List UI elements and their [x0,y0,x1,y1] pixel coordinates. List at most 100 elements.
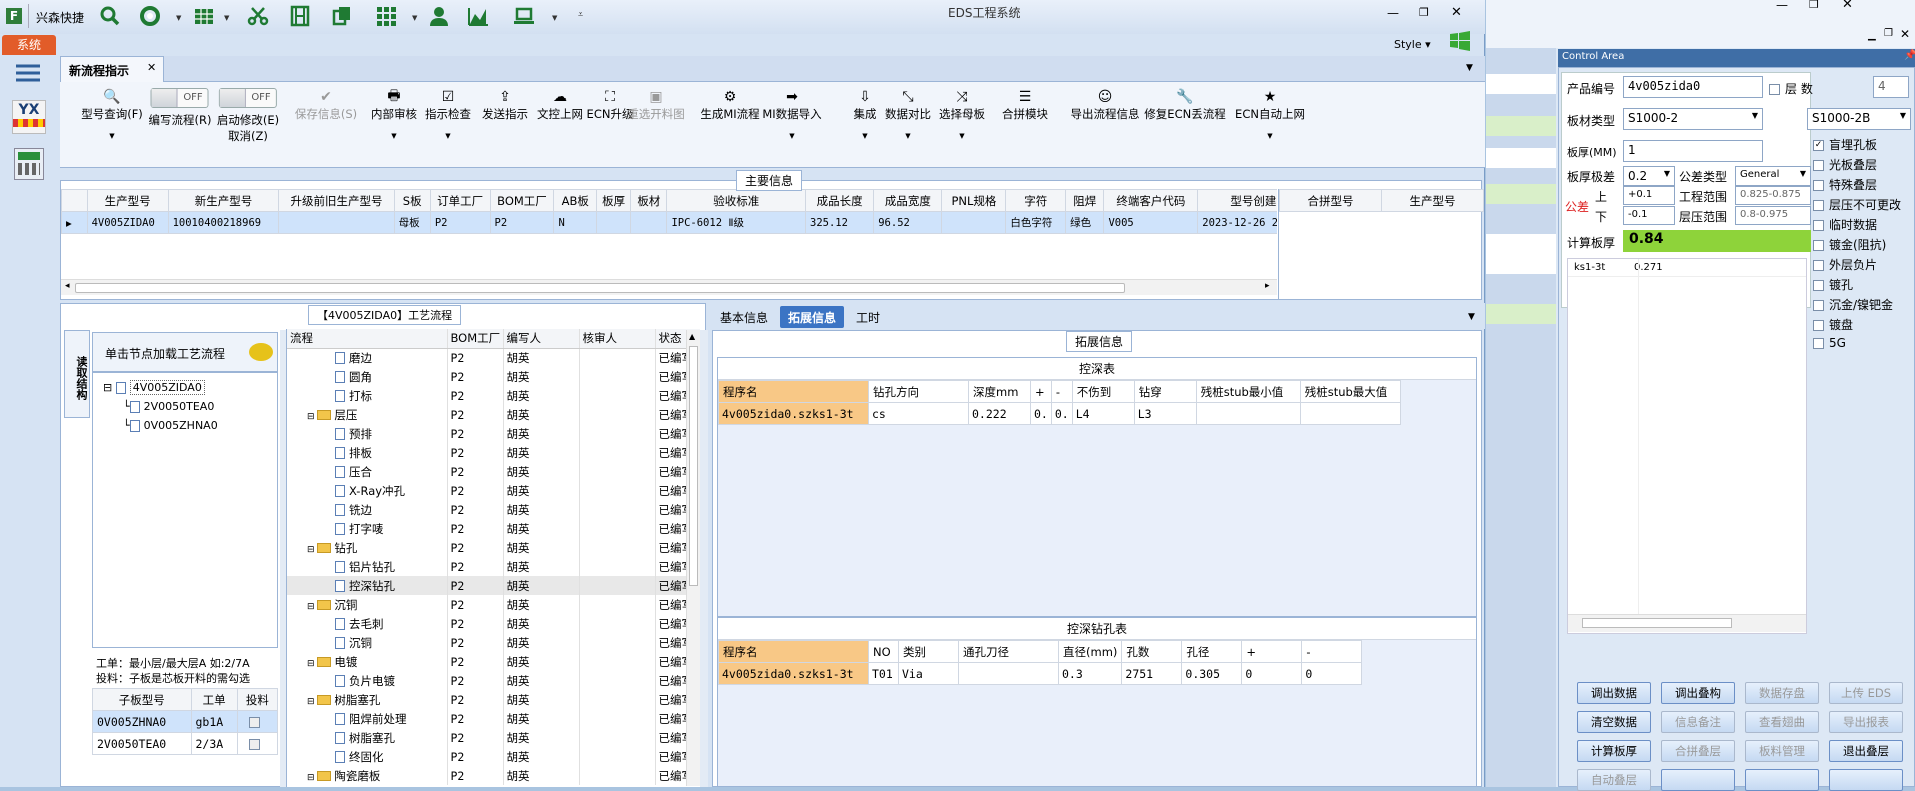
option-checkbox[interactable]: 临时数据 [1813,216,1913,236]
flow-step[interactable]: ⊟ 树脂塞孔 [287,690,448,709]
table-cell[interactable]: 2751 [1121,662,1183,685]
table-cell[interactable] [630,211,668,234]
action-button[interactable]: 调出数据 [1577,682,1651,704]
flow-step[interactable]: 预排 [287,424,448,443]
table-cell[interactable]: 2023-12-26 23:31:29 [1197,211,1277,234]
calculator-icon[interactable] [14,148,44,180]
column-header[interactable]: 程序名 [718,380,869,403]
tab-dropdown-icon[interactable]: ▼ [1466,63,1473,73]
flow-row[interactable]: 去毛刺 P2 胡英 已编写 [287,614,700,633]
column-header[interactable]: 验收标准 [666,189,807,212]
toolbar-button[interactable]: ☁ 文控上网 [537,88,583,122]
horizontal-scrollbar[interactable] [1568,614,1806,632]
column-header[interactable]: 钻穿 [1133,380,1197,403]
toolbar-button[interactable]: ⤨ 选择母板 ▼ [939,88,985,140]
table-cell[interactable]: 4v005zida0.szks1-3t [718,662,869,685]
collapse-icon[interactable]: ⊟ [307,545,317,555]
flow-row[interactable]: X-Ray冲孔 P2 胡英 已编写 [287,481,700,500]
toolbar-button[interactable]: 🔧 修复ECN丢流程 [1144,88,1225,122]
toolbar-button[interactable]: OFF 启动修改(E) 取消(Z) [217,88,279,144]
flow-row[interactable]: 负片电镀 P2 胡英 已编写 [287,671,700,690]
toolbar-button[interactable]: ⇪ 发送指示 [482,88,528,122]
flow-row[interactable]: 磨边 P2 胡英 已编写 [287,348,700,367]
table-cell[interactable]: 0 [1241,662,1303,685]
flow-row[interactable]: 控深钻孔 P2 胡英 已编写 [287,576,700,595]
table-cell[interactable]: P2 [489,211,555,234]
table-cell[interactable]: 4V005ZIDA0 [86,211,169,234]
tree-node-child[interactable]: └ 0V005ZHNA0 [123,419,218,432]
table-cell[interactable] [958,662,1059,685]
collapse-icon[interactable]: ⊟ [307,602,317,612]
table-cell[interactable]: L4 [1071,402,1135,425]
toolbar-button[interactable]: ⚙ 生成MI流程 [700,88,759,122]
column-header[interactable]: 孔数 [1121,640,1183,663]
list-item[interactable]: ks1-3t 0.271 [1568,259,1806,277]
table-cell[interactable]: 绿色 [1065,211,1105,234]
minimize-icon[interactable]: — [1387,6,1399,20]
thickness-input[interactable]: 1 [1623,140,1763,162]
action-button[interactable]: 调出叠构 [1661,682,1735,704]
checkbox[interactable] [1813,338,1824,349]
flow-row[interactable]: 圆角 P2 胡英 已编写 [287,367,700,386]
action-button[interactable]: 自动叠层 [1577,769,1651,791]
column-header[interactable]: 编写人 [503,329,580,349]
option-checkbox[interactable]: 特殊叠层 [1813,176,1913,196]
close-icon[interactable]: ✕ [1451,5,1462,20]
column-header[interactable]: BOM工厂 [489,189,555,212]
user-icon[interactable] [427,5,451,27]
toggle-switch[interactable]: OFF [151,88,209,108]
table-cell[interactable]: 0.3 [1057,662,1123,685]
flow-row[interactable]: ⊟ 层压 P2 胡英 已编写 [287,405,700,424]
action-button[interactable]: 清空数据 [1577,711,1651,733]
table-cell[interactable] [941,211,1007,234]
restore-icon[interactable]: ❐ [1419,6,1429,19]
tree-node-root[interactable]: ⊟ 4V005ZIDA0 [103,380,205,395]
checkbox[interactable] [1813,300,1824,311]
table-cell[interactable] [1299,402,1401,425]
flow-row[interactable]: ⊟ 树脂塞孔 P2 胡英 已编写 [287,690,700,709]
flow-row[interactable]: ⊟ 钻孔 P2 胡英 已编写 [287,538,700,557]
table-row[interactable]: 0V005ZHNA0 gb1A [92,710,279,733]
flow-step[interactable]: 阻焊前处理 [287,709,448,728]
product-input[interactable]: 4v005zida0 [1623,76,1763,98]
collapse-icon[interactable]: ⊟ [307,659,317,669]
column-header[interactable]: BOM工厂 [447,329,504,349]
action-button[interactable]: 上传 EDS [1829,682,1903,704]
feed-checkbox[interactable] [249,738,261,750]
layer-check[interactable]: 层 数 [1769,80,1813,97]
flow-step[interactable]: ⊟ 钻孔 [287,538,448,557]
table-cell[interactable] [596,211,632,234]
film-icon[interactable] [288,5,312,27]
column-header[interactable]: 板材 [630,189,668,212]
column-header[interactable]: 生产型号 [1381,189,1484,212]
column-header[interactable]: 不伤到 [1071,380,1135,403]
flow-row[interactable]: 铝片钻孔 P2 胡英 已编写 [287,557,700,576]
flow-row[interactable]: 沉铜 P2 胡英 已编写 [287,633,700,652]
flow-step[interactable]: 打字唛 [287,519,448,538]
flow-row[interactable]: 排板 P2 胡英 已编写 [287,443,700,462]
column-header[interactable]: 核审人 [579,329,656,349]
flow-step[interactable]: 打标 [287,386,448,405]
column-header[interactable]: 直径(mm) [1057,640,1123,663]
column-header[interactable]: 生产型号 [86,189,169,212]
column-header[interactable]: 型号创建时 [1197,189,1277,212]
copy-icon[interactable] [330,5,354,27]
column-header[interactable]: 残桩stub最大值 [1299,380,1401,403]
collapse-icon[interactable]: ⊟ [307,697,317,707]
column-header[interactable]: 终端客户代码 [1103,189,1199,212]
flow-step[interactable]: ⊟ 陶瓷磨板 [287,766,448,785]
table-cell[interactable]: 0 [1301,662,1363,685]
close-icon[interactable]: ✕ [1900,27,1910,41]
toolbar-button[interactable]: ☺ 导出流程信息 [1071,88,1140,122]
column-header[interactable]: 板厚 [596,189,632,212]
splitter[interactable] [700,330,708,787]
action-button[interactable]: 数据存盘 [1745,682,1819,704]
option-checkbox[interactable]: 层压不可更改 [1813,196,1913,216]
column-header[interactable]: + [1030,380,1052,403]
table-row[interactable]: 4v005zida0.szks1-3t cs 0.222 0. 0. L4 L3 [718,402,1401,425]
flow-step[interactable]: ⊟ 层压 [287,405,448,424]
layer-count-input[interactable]: 4 [1873,76,1909,98]
customize-icon[interactable]: ⩡ [578,10,583,20]
flow-row[interactable]: 打字唛 P2 胡英 已编写 [287,519,700,538]
menu-icon[interactable] [15,64,41,82]
